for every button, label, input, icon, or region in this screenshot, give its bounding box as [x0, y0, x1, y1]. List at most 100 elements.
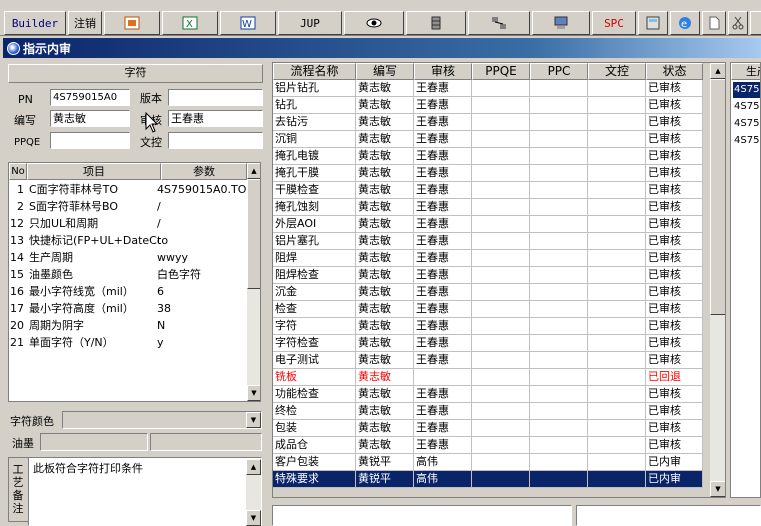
process-row[interactable]: 功能检查 黄志敏 王春惠 已审核 — [273, 386, 703, 403]
process-row[interactable]: 检查 黄志敏 王春惠 已审核 — [273, 301, 703, 318]
process-row[interactable]: 掩孔干膜 黄志敏 王春惠 已审核 — [273, 165, 703, 182]
calculator-button[interactable] — [638, 11, 668, 35]
process-scroll-down-button[interactable]: ▼ — [710, 481, 725, 497]
param-row[interactable]: 15 油墨颜色 白色字符 — [9, 266, 247, 283]
process-row[interactable]: 掩孔蚀刻 黄志敏 王春惠 已审核 — [273, 199, 703, 216]
review-field[interactable]: 王春惠 — [168, 110, 263, 127]
param-col-param[interactable]: 参数 — [161, 163, 247, 180]
process-row[interactable]: 阻焊检查 黄志敏 王春惠 已审核 — [273, 267, 703, 284]
process-row[interactable]: 字符 黄志敏 王春惠 已审核 — [273, 318, 703, 335]
view-button[interactable] — [344, 11, 404, 35]
process-row[interactable]: 钻孔 黄志敏 王春惠 已审核 — [273, 97, 703, 114]
process-col-ppc[interactable]: PPC — [530, 63, 588, 80]
pn-field[interactable]: 4S759015A0 — [50, 89, 130, 106]
right-list-item[interactable]: 4S759 — [733, 116, 760, 132]
param-row[interactable]: 2 S面字符菲林号BO / — [9, 198, 247, 215]
process-scroll-up-button[interactable]: ▲ — [710, 63, 725, 79]
process-col-ppqe[interactable]: PPQE — [472, 63, 530, 80]
process-row[interactable]: 终检 黄志敏 王春惠 已审核 — [273, 403, 703, 420]
param-row[interactable]: 1 C面字符菲林号TO 4S759015A0.TO — [9, 181, 247, 198]
process-row[interactable]: 去钻污 黄志敏 王春惠 已审核 — [273, 114, 703, 131]
excel-button[interactable]: X — [162, 11, 218, 35]
network-button[interactable] — [468, 11, 530, 35]
new-document-button[interactable] — [702, 11, 726, 35]
process-col-doc[interactable]: 文控 — [588, 63, 646, 80]
process-scroll-thumb[interactable] — [710, 79, 725, 315]
note-scroll-up-button[interactable]: ▲ — [246, 459, 261, 475]
process-doc-cell — [588, 199, 646, 216]
process-row[interactable]: 铝片钻孔 黄志敏 王春惠 已审核 — [273, 80, 703, 97]
process-reviewer-cell: 王春惠 — [414, 250, 472, 267]
param-row[interactable]: 14 生产周期 wwyy — [9, 249, 247, 266]
process-ppc-cell — [530, 114, 588, 131]
process-row[interactable]: 铣板 黄志敏 已回退 — [273, 369, 703, 386]
process-row[interactable]: 电子测试 黄志敏 王春惠 已审核 — [273, 352, 703, 369]
bottom-input-2[interactable] — [576, 505, 761, 526]
param-row[interactable]: 13 快捷标记(FP+UL+DateCo to — [9, 232, 247, 249]
word-button[interactable]: W — [220, 11, 276, 35]
process-name-cell: 终检 — [273, 403, 356, 420]
param-row[interactable]: 21 单面字符（Y/N） y — [9, 334, 247, 351]
version-field[interactable] — [168, 89, 263, 106]
ink-field-2[interactable] — [150, 433, 262, 451]
process-col-status[interactable]: 状态 — [646, 63, 703, 80]
process-row[interactable]: 特殊要求 黄锐平 高伟 已内审 — [273, 471, 703, 488]
process-col-name[interactable]: 流程名称 — [273, 63, 356, 80]
right-list-item[interactable]: 4S759 — [733, 82, 760, 98]
process-row[interactable]: 外层AOI 黄志敏 王春惠 已审核 — [273, 216, 703, 233]
bottom-input-1[interactable] — [272, 505, 572, 526]
process-col-author[interactable]: 编写 — [356, 63, 414, 80]
process-row[interactable]: 包装 黄志敏 王春惠 已审核 — [273, 420, 703, 437]
chevron-down-icon[interactable]: ▼ — [246, 412, 261, 428]
process-row[interactable]: 字符检查 黄志敏 王春惠 已审核 — [273, 335, 703, 352]
scroll-down-button[interactable]: ▼ — [247, 385, 260, 401]
scroll-thumb[interactable] — [247, 179, 260, 289]
param-row[interactable]: 12 只加UL和周期 / — [9, 215, 247, 232]
database-button[interactable] — [406, 11, 466, 35]
process-author-cell: 黄志敏 — [356, 386, 414, 403]
process-col-reviewer[interactable]: 审核 — [414, 63, 472, 80]
internet-button[interactable]: e — [670, 11, 700, 35]
param-col-item[interactable]: 项目 — [27, 163, 161, 180]
spc-button[interactable]: SPC — [592, 11, 636, 35]
param-col-no[interactable]: No — [9, 163, 27, 180]
process-name-cell: 掩孔蚀刻 — [273, 199, 356, 216]
char-color-select[interactable]: ▼ — [62, 411, 262, 429]
cut-button[interactable] — [728, 11, 748, 35]
builder-button[interactable]: Builder — [4, 11, 66, 35]
network-icon — [491, 16, 507, 30]
process-row[interactable]: 掩孔电镀 黄志敏 王春惠 已审核 — [273, 148, 703, 165]
ppqe-field[interactable] — [50, 132, 130, 149]
proof-field[interactable] — [168, 132, 263, 149]
process-row[interactable]: 沉铜 黄志敏 王春惠 已审核 — [273, 131, 703, 148]
note-scroll-down-button[interactable]: ▼ — [246, 510, 261, 526]
process-row[interactable]: 成品仓 黄志敏 王春惠 已审核 — [273, 437, 703, 454]
process-row[interactable]: 阻焊 黄志敏 王春惠 已审核 — [273, 250, 703, 267]
mouse-cursor-icon — [145, 112, 159, 133]
scroll-up-button[interactable]: ▲ — [247, 163, 260, 179]
process-doc-cell — [588, 386, 646, 403]
author-field[interactable]: 黄志敏 — [50, 110, 130, 127]
right-list-item[interactable]: 4S759 — [733, 133, 760, 149]
jup-button[interactable]: JUP — [278, 11, 342, 35]
ink-field-1[interactable] — [40, 433, 148, 451]
param-row[interactable]: 17 最小字符高度（mil） 38 — [9, 300, 247, 317]
param-value-cell: 38 — [157, 302, 171, 315]
process-row[interactable]: 铝片塞孔 黄志敏 王春惠 已审核 — [273, 233, 703, 250]
logout-button[interactable]: 注销 — [68, 11, 102, 35]
powerpoint-button[interactable] — [104, 11, 160, 35]
param-row[interactable]: 16 最小字符线宽（mil） 6 — [9, 283, 247, 300]
note-textarea[interactable]: 此板符合字符打印条件 — [28, 457, 262, 526]
param-value-cell: 6 — [157, 285, 164, 298]
process-row[interactable]: 客户包装 黄锐平 高伟 已内审 — [273, 454, 703, 471]
param-row[interactable]: 20 周期为阴字 N — [9, 317, 247, 334]
copy-button[interactable] — [750, 11, 761, 35]
right-list-item[interactable]: 4S759 — [733, 99, 760, 115]
note-scrollbar[interactable]: ▲ ▼ — [246, 459, 261, 526]
process-row[interactable]: 干膜检查 黄志敏 王春惠 已审核 — [273, 182, 703, 199]
process-grid-scrollbar[interactable]: ▲ ▼ — [710, 63, 725, 497]
computer-button[interactable] — [532, 11, 590, 35]
param-no-cell: 12 — [10, 217, 24, 230]
param-grid-scrollbar[interactable]: ▲ ▼ — [247, 163, 260, 401]
process-row[interactable]: 沉金 黄志敏 王春惠 已审核 — [273, 284, 703, 301]
